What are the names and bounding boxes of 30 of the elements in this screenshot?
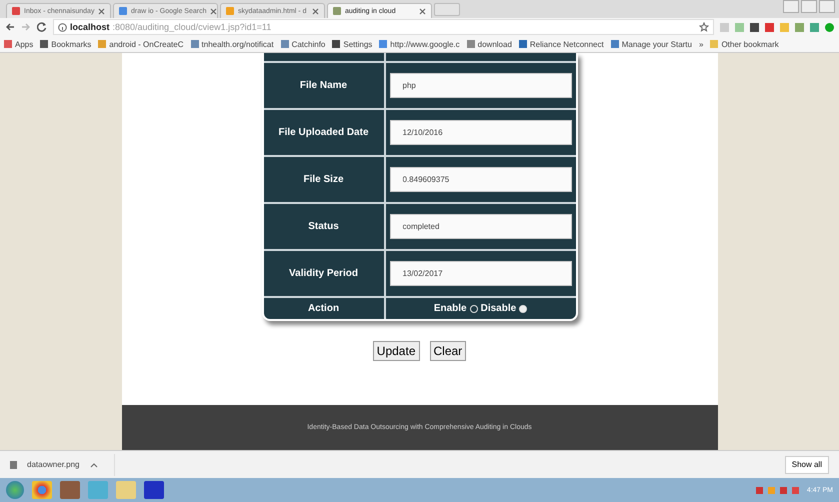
field-label: Validity Period xyxy=(289,268,358,279)
field-label: Status xyxy=(308,221,339,232)
address-bar[interactable]: localhost :8080/auditing_cloud/cview1.jsp?id1=11 xyxy=(53,19,714,35)
input-field[interactable]: php xyxy=(390,73,572,98)
bookmark[interactable]: android - OnCreateC xyxy=(98,40,184,48)
bookmark[interactable]: Settings xyxy=(332,40,372,48)
radio-label: Enable xyxy=(434,303,467,314)
radio-label: Disable xyxy=(480,303,516,314)
field-label: File Name xyxy=(300,80,348,91)
input-field[interactable]: 0.849609375 xyxy=(390,167,572,192)
bookmark[interactable]: Apps xyxy=(4,40,34,48)
bookmark[interactable]: Reliance Netconnect xyxy=(518,40,604,48)
bookmark[interactable]: Other bookmark xyxy=(710,40,779,48)
bookmark[interactable]: » xyxy=(698,40,704,48)
bookmark[interactable]: tnhealth.org/notificat xyxy=(190,40,274,48)
field-label: File Size xyxy=(303,174,344,185)
bookmark[interactable]: Catchinfo xyxy=(280,40,326,48)
form-button[interactable]: Update xyxy=(372,341,420,361)
field-label: File Uploaded Date xyxy=(278,127,368,138)
field-label: Action xyxy=(308,303,340,314)
form-button[interactable]: Clear xyxy=(430,341,466,361)
bookmark[interactable]: Bookmarks xyxy=(40,40,92,48)
bookmark[interactable]: download xyxy=(466,40,512,48)
show-all-button[interactable]: Show all xyxy=(784,456,829,474)
input-field[interactable]: completed xyxy=(390,214,572,239)
input-field[interactable]: 13/02/2017 xyxy=(390,261,572,286)
bookmark[interactable]: Manage your Startu xyxy=(610,40,692,48)
download-item[interactable]: dataowner.png xyxy=(10,454,114,476)
input-field[interactable]: 12/10/2016 xyxy=(390,120,572,145)
bookmark[interactable]: http://www.google.c xyxy=(379,40,460,48)
